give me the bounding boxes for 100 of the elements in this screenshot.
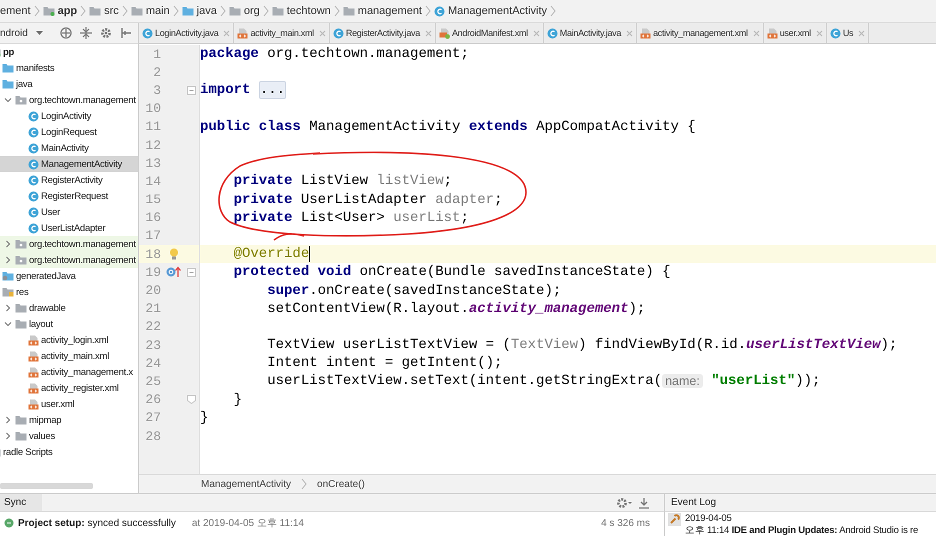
breadcrumb-item[interactable]: ManagementActivity <box>434 5 548 17</box>
package-folder-icon <box>15 95 27 105</box>
tree-item[interactable]: activity_management.x <box>0 364 138 380</box>
tree-item[interactable]: java <box>0 76 138 92</box>
line-number: 13 <box>144 156 161 171</box>
tree-item[interactable]: layout <box>0 316 138 332</box>
editor-tab[interactable]: activity_management.xml <box>637 23 764 43</box>
breadcrumb-item[interactable]: ement <box>0 5 31 17</box>
close-icon[interactable] <box>626 30 634 36</box>
tree-item[interactable]: activity_login.xml <box>0 332 138 348</box>
breadcrumb-item[interactable]: java <box>182 5 217 17</box>
sync-status-text: Project setup: synced successfully <box>18 518 176 528</box>
line-number: 23 <box>144 338 161 353</box>
tree-item[interactable]: drawable <box>0 300 138 316</box>
caret-icon <box>36 31 43 35</box>
close-icon[interactable] <box>424 30 432 36</box>
timestamp: at 2019-04-05 오후 11:14 <box>192 517 304 530</box>
override-icon[interactable] <box>166 266 182 278</box>
tree-item[interactable]: UserListAdapter <box>0 220 138 236</box>
breadcrumb-item[interactable]: ManagementActivity <box>201 478 292 490</box>
breadcrumb-item[interactable]: onCreate() <box>317 478 365 490</box>
close-icon[interactable] <box>223 30 230 36</box>
code-line: private List<User> userList; <box>232 210 469 226</box>
line-number: 3 <box>152 82 161 98</box>
code-line: TextView userListTextView = (TextView) findViewById(R.id.userListTextView); <box>266 337 898 354</box>
close-icon[interactable] <box>858 30 866 36</box>
folder-icon <box>15 415 27 425</box>
folder-icon <box>2 63 14 73</box>
class-icon <box>28 222 39 234</box>
code-line: } <box>232 392 242 408</box>
breadcrumb-item[interactable]: src <box>89 5 119 17</box>
tree-item[interactable]: values <box>0 428 138 444</box>
breadcrumb-item[interactable]: main <box>130 5 170 17</box>
code-line: Intent intent = getIntent(); <box>266 355 502 372</box>
tree-item[interactable]: activity_register.xml <box>0 380 138 396</box>
editor-tab[interactable]: MainActivity.java <box>544 23 638 43</box>
breadcrumb-item[interactable]: techtown <box>272 5 331 17</box>
breadcrumb-item[interactable]: management <box>342 5 422 17</box>
tree-item[interactable]: res <box>0 284 138 300</box>
line-number: 22 <box>144 319 161 334</box>
tree-item[interactable]: org.techtown.management <box>0 252 138 268</box>
editor-tab[interactable]: AndroidManifest.xml <box>436 23 544 43</box>
tree-item[interactable]: pp <box>0 44 138 60</box>
breadcrumb-item[interactable]: org <box>228 5 260 17</box>
tree-item[interactable]: org.techtown.management <box>0 236 138 252</box>
line-number: 2 <box>152 64 161 80</box>
code-line: } <box>200 410 208 426</box>
chevron-icon <box>262 5 269 17</box>
close-icon[interactable] <box>532 30 540 36</box>
pin-icon[interactable] <box>120 27 132 39</box>
editor-tab[interactable]: LoginActivity.java <box>139 23 234 43</box>
settings-icon[interactable] <box>100 27 112 39</box>
tree-item[interactable]: activity_main.xml <box>0 348 138 364</box>
tree-item[interactable]: mipmap <box>0 412 138 428</box>
line-number: 1 <box>152 46 161 62</box>
duration: 4 s 326 ms <box>601 518 651 528</box>
folder-icon <box>2 271 14 281</box>
tree-item[interactable]: user.xml <box>0 396 138 412</box>
fold-icon[interactable] <box>187 268 196 277</box>
close-icon[interactable] <box>318 30 326 36</box>
tree-item[interactable]: ManagementActivity <box>0 156 138 172</box>
folder-icon <box>272 6 284 16</box>
tree-item[interactable]: LoginActivity <box>0 108 138 124</box>
scrollbar[interactable] <box>0 483 93 489</box>
class-icon <box>332 28 344 38</box>
collapse-icon[interactable] <box>80 27 92 39</box>
line-number: 19 <box>144 264 161 280</box>
crosshair-icon[interactable] <box>60 27 72 39</box>
package-folder-icon <box>15 255 27 265</box>
folder-icon <box>182 6 194 16</box>
code-line: super.onCreate(savedInstanceState); <box>266 282 562 299</box>
editor-tab[interactable]: RegisterActivity.java <box>330 23 436 43</box>
class-icon <box>28 190 39 202</box>
breadcrumb-item[interactable]: app <box>42 5 78 17</box>
log-date: 2019-04-05 <box>685 513 733 524</box>
close-icon[interactable] <box>816 30 823 36</box>
class-icon <box>28 158 39 170</box>
chevron-icon <box>301 478 308 490</box>
tree-item[interactable]: radle Scripts <box>0 444 138 460</box>
fold-icon[interactable] <box>187 395 196 404</box>
tree-item[interactable]: RegisterActivity <box>0 172 138 188</box>
line-number: 20 <box>144 283 161 298</box>
fold-icon[interactable] <box>187 86 196 95</box>
tree-item[interactable]: User <box>0 204 138 220</box>
panel-tab[interactable]: Sync <box>0 494 42 511</box>
lightbulb-icon[interactable] <box>169 248 179 260</box>
tree-item[interactable]: generatedJava <box>0 268 138 284</box>
class-icon <box>28 142 39 154</box>
tree-item[interactable]: org.techtown.management <box>0 92 138 108</box>
chevron-icon <box>172 5 179 17</box>
editor-tab[interactable]: Us <box>826 23 870 43</box>
tree-item[interactable]: RegisterRequest <box>0 188 138 204</box>
resource-folder-icon <box>2 287 14 297</box>
tree-item[interactable]: manifests <box>0 60 138 76</box>
code-line: userListTextView.setText(intent.getStringExtra( name: "userList")); <box>266 373 820 390</box>
close-icon[interactable] <box>752 30 760 36</box>
editor-tab[interactable]: activity_main.xml <box>234 23 330 43</box>
editor-tab[interactable]: user.xml <box>764 23 827 43</box>
tree-item[interactable]: LoginRequest <box>0 124 138 140</box>
tree-item[interactable]: MainActivity <box>0 140 138 156</box>
